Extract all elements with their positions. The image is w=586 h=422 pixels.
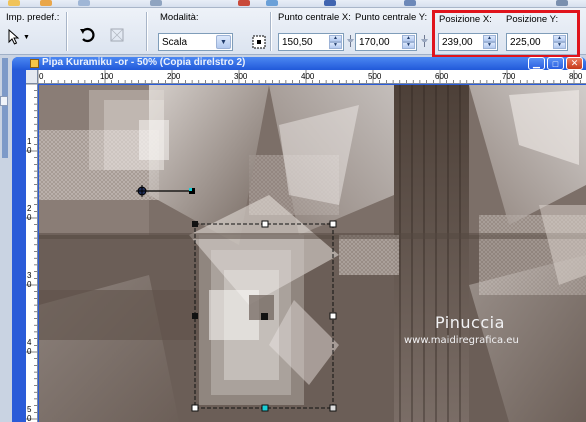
ruler-label: 5: [27, 405, 32, 414]
center-handle-icon: [252, 35, 266, 49]
tool-options-bar: Imp. predef.: ▼ Modalità: Scala ▼ Punto …: [0, 8, 586, 58]
spin-up-icon[interactable]: ▲: [329, 35, 342, 42]
vertical-ruler: 1 0 2 0 3 0 4 0 5 0: [26, 84, 38, 422]
document-window: Pipa Kuramiku -or - 50% (Copia direlstro…: [12, 57, 586, 422]
image-canvas[interactable]: Pinuccia www.maidiregrafica.eu: [39, 85, 586, 422]
document-icon: [30, 59, 39, 68]
ruler-label: 2: [27, 204, 32, 213]
chevron-down-icon: ▼: [23, 33, 30, 41]
rotate-icon: [80, 27, 95, 43]
ruler-label: 500: [368, 72, 382, 81]
window-border: [12, 70, 26, 422]
folder-icon[interactable]: [8, 0, 20, 6]
spin-down-icon[interactable]: ▼: [329, 42, 342, 49]
tool-icon[interactable]: [404, 0, 416, 6]
annotation-highlight-box: [432, 10, 580, 58]
ruler-label: 300: [234, 72, 248, 81]
dock-handle[interactable]: [0, 96, 8, 106]
ruler-label: 0: [27, 213, 32, 222]
save-icon[interactable]: [78, 0, 90, 6]
center-x-value: 150,50: [282, 37, 313, 48]
minimize-button[interactable]: ▁: [528, 57, 545, 70]
ruler-label: 800: [569, 72, 583, 81]
preset-label: Imp. predef.:: [6, 12, 60, 23]
rotate-button[interactable]: [77, 24, 99, 46]
ruler-label: 200: [167, 72, 181, 81]
center-y-spinbox[interactable]: 170,00 ▲ ▼: [355, 33, 417, 51]
document-titlebar[interactable]: Pipa Kuramiku -or - 50% (Copia direlstro…: [12, 57, 586, 70]
pin-icon[interactable]: [346, 35, 355, 47]
tool-icon[interactable]: [556, 0, 568, 6]
ruler-label: 0: [27, 414, 32, 422]
tool-icon[interactable]: [238, 0, 250, 6]
mode-label: Modalità:: [160, 12, 199, 23]
close-icon: ✕: [570, 58, 579, 68]
top-toolbar-strip: [0, 0, 586, 8]
center-y-value: 170,00: [359, 37, 390, 48]
center-y-label: Punto centrale Y:: [355, 12, 428, 23]
watermark-site: www.maidiregrafica.eu: [404, 335, 519, 346]
crop-square-icon: [110, 28, 124, 42]
separator: [66, 12, 68, 51]
tool-icon[interactable]: [324, 0, 336, 6]
preset-dropdown-button[interactable]: ▼: [6, 28, 36, 46]
open-icon[interactable]: [40, 0, 52, 6]
watermark-name: Pinuccia: [435, 313, 505, 332]
ruler-label: 0: [27, 146, 32, 155]
perspective-button[interactable]: [106, 24, 128, 46]
separator: [270, 12, 272, 51]
ruler-label: 0: [27, 280, 32, 289]
artwork: [39, 85, 586, 422]
center-button[interactable]: [248, 31, 270, 53]
center-x-label: Punto centrale X:: [278, 12, 351, 23]
center-x-spinbox[interactable]: 150,50 ▲ ▼: [278, 33, 344, 51]
spin-up-icon[interactable]: ▲: [402, 35, 415, 42]
separator: [146, 12, 148, 51]
close-button[interactable]: ✕: [566, 57, 583, 70]
maximize-icon: □: [552, 58, 559, 69]
ruler-label: 4: [27, 338, 32, 347]
left-dock: [0, 56, 10, 422]
ruler-label: 400: [301, 72, 315, 81]
ruler-label: 3: [27, 271, 32, 280]
dock-strip: [2, 58, 8, 158]
ruler-label: 100: [100, 72, 114, 81]
ruler-label: 1: [27, 137, 32, 146]
ruler-label: 600: [435, 72, 449, 81]
chevron-down-icon[interactable]: ▼: [216, 35, 231, 49]
pin-icon[interactable]: [420, 35, 429, 47]
maximize-button[interactable]: □: [547, 57, 564, 70]
mode-select[interactable]: Scala ▼: [158, 33, 233, 51]
minimize-icon: ▁: [533, 58, 540, 68]
tool-icon[interactable]: [266, 0, 278, 6]
ruler-label: 0: [27, 347, 32, 356]
mode-select-value: Scala: [162, 37, 188, 48]
spin-down-icon[interactable]: ▼: [402, 42, 415, 49]
ruler-label: 0: [39, 72, 44, 81]
ruler-label: 700: [502, 72, 516, 81]
document-title: Pipa Kuramiku -or - 50% (Copia direlstro…: [42, 57, 246, 68]
undo-icon[interactable]: [150, 0, 162, 6]
ruler-corner: [26, 70, 38, 84]
horizontal-ruler: 0 100 200 300 400 500 600 700 800: [38, 70, 586, 84]
arrow-pointer-icon: [8, 29, 20, 45]
